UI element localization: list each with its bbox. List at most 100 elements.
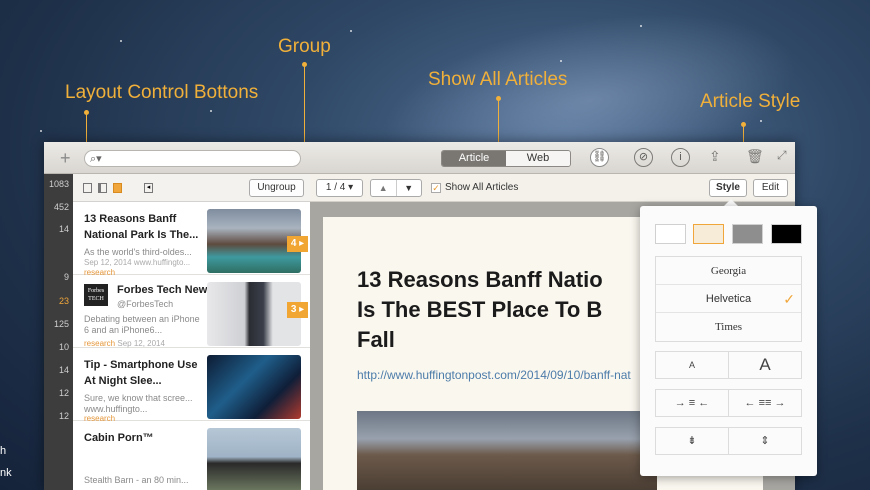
layout-single-button[interactable] — [83, 183, 92, 193]
edge-label: h — [0, 445, 7, 457]
article-title-line: Fall — [357, 327, 395, 352]
increase-font-button[interactable]: A — [728, 352, 801, 378]
search-icon: ⌕▾ — [90, 153, 102, 165]
article-title: 13 Reasons Banff Natio Is The BEST Place… — [357, 265, 657, 355]
show-all-label: Show All Articles — [445, 182, 519, 193]
checkmark-icon: ✓ — [783, 291, 795, 307]
info-icon[interactable]: i — [671, 148, 690, 167]
show-all-checkbox[interactable]: ✓ — [431, 183, 441, 193]
theme-white-swatch[interactable] — [655, 224, 686, 244]
callout-article-style: Article Style — [700, 91, 801, 112]
item-date: Sep 12, 2014 www.huffingto... — [84, 258, 191, 267]
tab-web[interactable]: Web — [506, 151, 570, 166]
group-badge[interactable]: 4 ▸ — [287, 236, 308, 252]
star — [560, 60, 562, 62]
item-date: research Sep 12, 2014 — [84, 339, 206, 348]
font-option-helvetica[interactable]: Helvetica ✓ — [656, 285, 801, 313]
unread-count: 14 — [58, 365, 69, 375]
callout-dot — [496, 96, 501, 101]
view-mode-toggle: Article Web — [441, 150, 571, 167]
item-snippet: As the world's third-oldes... — [84, 247, 192, 257]
article-list-pane: ◂ Ungroup 13 Reasons Banff National Park… — [73, 174, 310, 490]
article-image — [357, 411, 657, 490]
tight-spacing-button[interactable]: ⇟ — [656, 428, 728, 454]
forbes-logo: Forbes TECH — [84, 284, 108, 306]
reader-toolbar: 1 / 4 ▾ ▲ ▼ ✓ Show All Articles Style Ed… — [310, 174, 795, 202]
callout-dot — [302, 62, 307, 67]
search-input[interactable]: ⌕▾ — [84, 150, 301, 167]
star — [120, 40, 122, 42]
item-snippet: Sure, we know that scree... www.huffingt… — [84, 393, 193, 414]
compass-icon[interactable]: ⊘ — [634, 148, 653, 167]
ungroup-button[interactable]: Ungroup — [249, 179, 304, 197]
link-icon[interactable]: ⛓ — [590, 148, 609, 167]
article-title-line: Is The BEST Place To B — [357, 297, 603, 322]
tab-article[interactable]: Article — [442, 151, 506, 166]
star — [210, 110, 212, 112]
edit-button[interactable]: Edit — [753, 179, 788, 197]
theme-sepia-swatch[interactable] — [693, 224, 724, 244]
list-item[interactable]: Cabin Porn™ Stealth Barn - an 80 min... — [73, 421, 310, 490]
layout-three-pane-button[interactable] — [113, 183, 122, 193]
unread-count: 9 — [63, 272, 69, 282]
item-title: Cabin Porn™ — [84, 432, 154, 444]
article-thumbnail — [207, 428, 301, 490]
article-title-line: 13 Reasons Banff Natio — [357, 267, 603, 292]
line-spacing-controls: ⇟ ⇕ — [655, 427, 802, 455]
item-snippet: Debating between an iPhone 6 and an iPho… — [84, 314, 200, 335]
share-icon[interactable]: ⇪ — [709, 148, 721, 165]
style-popover: Georgia Helvetica ✓ Times A A → ≡ ← ← ≡≡… — [640, 206, 817, 476]
trash-icon[interactable]: 🗑 — [746, 148, 764, 165]
width-controls: → ≡ ← ← ≡≡ → — [655, 389, 802, 417]
item-title: Forbes Tech News — [117, 284, 214, 296]
collapse-sidebar-icon[interactable]: ◂ — [144, 183, 153, 193]
list-item[interactable]: Forbes TECH Forbes Tech News @ForbesTech… — [73, 275, 310, 348]
edge-label: nk — [0, 467, 12, 479]
theme-gray-swatch[interactable] — [732, 224, 763, 244]
list-toolbar: ◂ Ungroup — [73, 174, 310, 202]
wide-width-button[interactable]: ← ≡≡ → — [728, 390, 801, 416]
unread-counts-column: 1083 452 14 9 23 125 10 14 12 12 — [44, 174, 73, 490]
star — [350, 30, 352, 32]
font-option-georgia[interactable]: Georgia — [656, 257, 801, 285]
item-snippet: Stealth Barn - an 80 min... — [84, 475, 189, 485]
unread-count: 125 — [53, 319, 69, 329]
group-badge[interactable]: 3 ▸ — [287, 302, 308, 318]
theme-black-swatch[interactable] — [771, 224, 802, 244]
unread-count: 10 — [58, 342, 69, 352]
style-button[interactable]: Style — [709, 179, 747, 197]
article-link[interactable]: http://www.huffingtonpost.com/2014/09/10… — [357, 368, 631, 382]
fullscreen-icon[interactable]: ⤢ — [777, 148, 787, 163]
star — [760, 120, 762, 122]
star — [40, 130, 42, 132]
narrow-width-button[interactable]: → ≡ ← — [656, 390, 728, 416]
callout-dot — [741, 122, 746, 127]
unread-count: 12 — [58, 388, 69, 398]
add-feed-button[interactable]: + — [60, 148, 71, 169]
list-item[interactable]: Tip - Smartphone Use At Night Slee... Su… — [73, 348, 310, 423]
layout-two-pane-button[interactable] — [98, 183, 107, 193]
callout-layout-controls: Layout Control Bottons — [65, 82, 259, 103]
font-list: Georgia Helvetica ✓ Times — [655, 256, 802, 342]
toolbar: + ⌕▾ Article Web ⛓ ⊘ i ⇪ 🗑 ⤢ — [44, 142, 795, 174]
loose-spacing-button[interactable]: ⇕ — [728, 428, 801, 454]
unread-count: 12 — [58, 411, 69, 421]
decrease-font-button[interactable]: A — [656, 352, 728, 378]
item-tag: research — [84, 339, 116, 348]
previous-article-button[interactable]: ▲ — [371, 180, 396, 196]
desktop-edge-labels: h nk — [0, 440, 44, 490]
list-item[interactable]: 13 Reasons Banff National Park Is The...… — [73, 202, 310, 277]
callout-show-all: Show All Articles — [428, 69, 568, 90]
unread-count: 23 — [58, 296, 69, 306]
unread-count: 1083 — [48, 179, 69, 189]
font-option-label: Helvetica — [705, 293, 752, 305]
unread-count: 14 — [58, 224, 69, 234]
font-option-times[interactable]: Times — [656, 313, 801, 341]
group-pager[interactable]: 1 / 4 ▾ — [316, 179, 363, 197]
callout-group: Group — [278, 36, 331, 57]
font-size-controls: A A — [655, 351, 802, 379]
item-date-text: Sep 12, 2014 — [117, 339, 165, 348]
item-title: Tip - Smartphone Use At Night Slee... — [84, 359, 198, 387]
next-article-button[interactable]: ▼ — [395, 180, 422, 196]
unread-count: 452 — [53, 202, 69, 212]
